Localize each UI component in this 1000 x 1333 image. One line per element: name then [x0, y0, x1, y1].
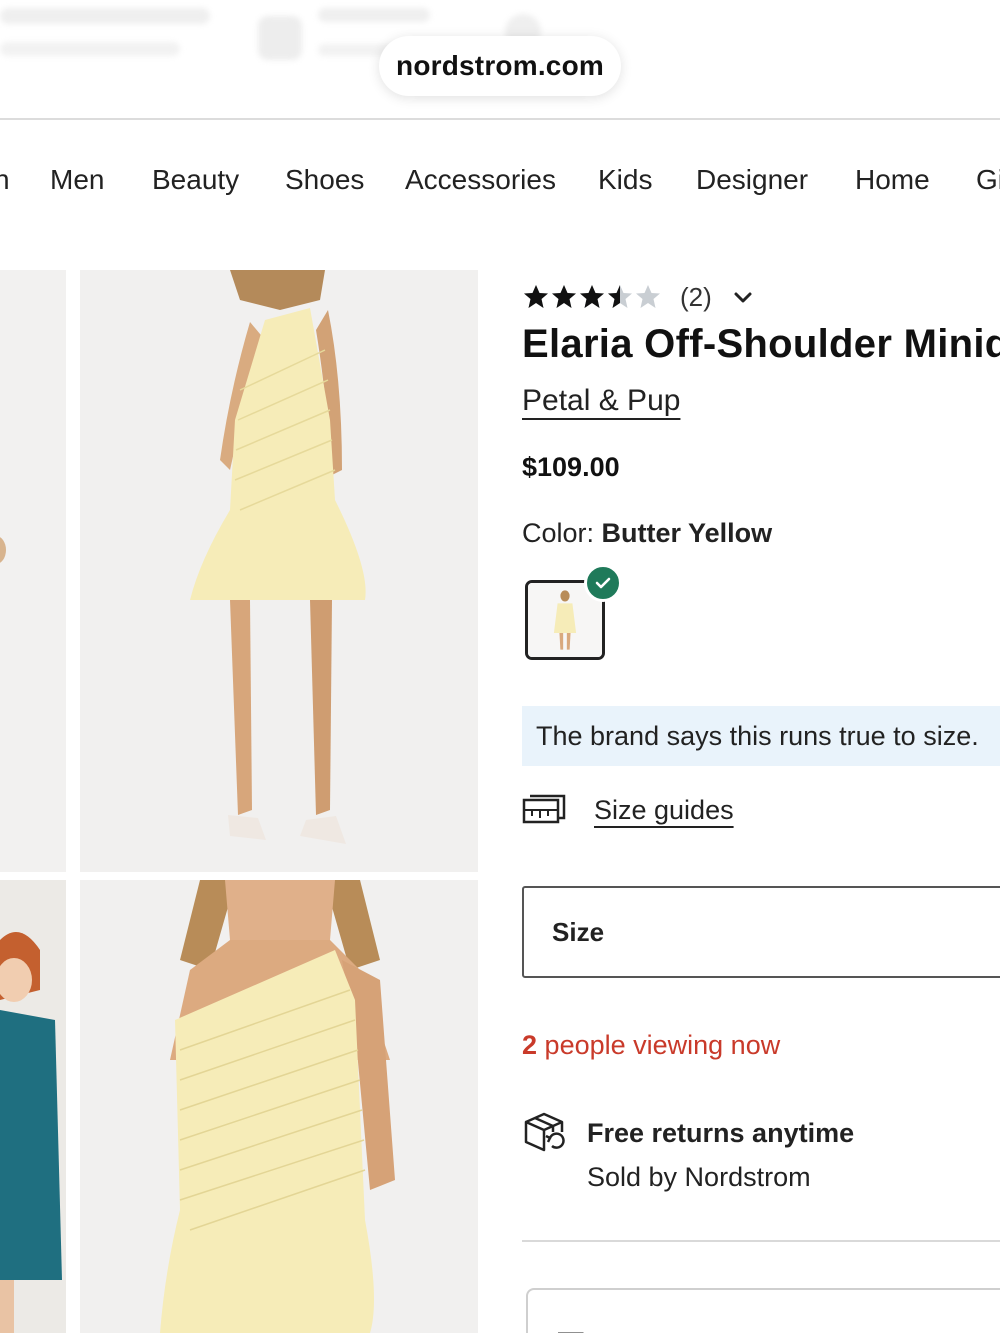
color-row: Color: Butter Yellow: [522, 518, 772, 549]
blurred-store-icon: [258, 16, 302, 60]
star-icon: [608, 285, 632, 308]
viewers-count: 2: [522, 1030, 538, 1060]
check-icon: [584, 564, 622, 602]
size-select[interactable]: Size: [522, 886, 1000, 978]
rating-count[interactable]: (2): [680, 282, 712, 313]
product-image-thumbnail[interactable]: [0, 270, 66, 872]
nav-item-partial[interactable]: n: [0, 164, 10, 196]
returns-subtitle: Sold by Nordstrom: [587, 1162, 811, 1192]
blurred-header-text: [0, 8, 210, 24]
nav-item-accessories[interactable]: Accessories: [405, 164, 556, 196]
star-icon: [552, 285, 576, 308]
product-info: (2) Elaria Off-Shoulder Minid Petal & Pu…: [522, 270, 1000, 1333]
rating-row[interactable]: (2): [522, 280, 754, 314]
chevron-down-icon[interactable]: [732, 286, 754, 308]
section-divider: [522, 1240, 1000, 1242]
nav-item-men[interactable]: Men: [50, 164, 104, 196]
viewers-notice: 2 people viewing now: [522, 1030, 780, 1061]
star-icon: [636, 285, 660, 308]
product-title: Elaria Off-Shoulder Minid: [522, 322, 1000, 366]
product-image-thumbnail-alt[interactable]: [0, 880, 66, 1333]
viewers-text: people viewing now: [544, 1030, 781, 1060]
returns-title: Free returns anytime: [587, 1118, 855, 1148]
color-value: Butter Yellow: [601, 518, 773, 548]
size-guides-row[interactable]: Size guides: [522, 790, 734, 830]
nav-item-designer[interactable]: Designer: [696, 164, 808, 196]
size-guides-link[interactable]: Size guides: [594, 795, 734, 826]
pickup-text-cropped: [558, 1332, 584, 1333]
product-image-back[interactable]: [80, 270, 478, 872]
nav-item-partial-right[interactable]: Gi: [976, 164, 1000, 196]
fit-note-banner: The brand says this runs true to size.: [522, 706, 1000, 766]
star-icon: [524, 285, 548, 308]
product-image-front[interactable]: [80, 880, 478, 1333]
nav-item-beauty[interactable]: Beauty: [152, 164, 239, 196]
nav-item-shoes[interactable]: Shoes: [285, 164, 364, 196]
brand-link[interactable]: Petal & Pup: [522, 384, 680, 418]
color-label: Color:: [522, 518, 595, 548]
nav-item-home[interactable]: Home: [855, 164, 930, 196]
url-bar[interactable]: nordstrom.com: [379, 36, 621, 96]
star-icon: [580, 285, 604, 308]
star-rating: [522, 283, 662, 311]
pickup-option-card[interactable]: [526, 1288, 1000, 1333]
category-nav: n Men Beauty Shoes Accessories Kids Desi…: [0, 150, 1000, 214]
returns-info: Free returns anytime Sold by Nordstrom: [522, 1110, 1000, 1200]
nav-item-kids[interactable]: Kids: [598, 164, 652, 196]
browser-header: nordstrom.com: [0, 0, 1000, 120]
product-image-gallery: [0, 270, 480, 1333]
blurred-header-text: [0, 42, 180, 56]
return-box-icon: [524, 1112, 565, 1152]
blurred-header-text: [318, 8, 430, 22]
ruler-icon: [522, 794, 566, 824]
product-price: $109.00: [522, 452, 620, 482]
